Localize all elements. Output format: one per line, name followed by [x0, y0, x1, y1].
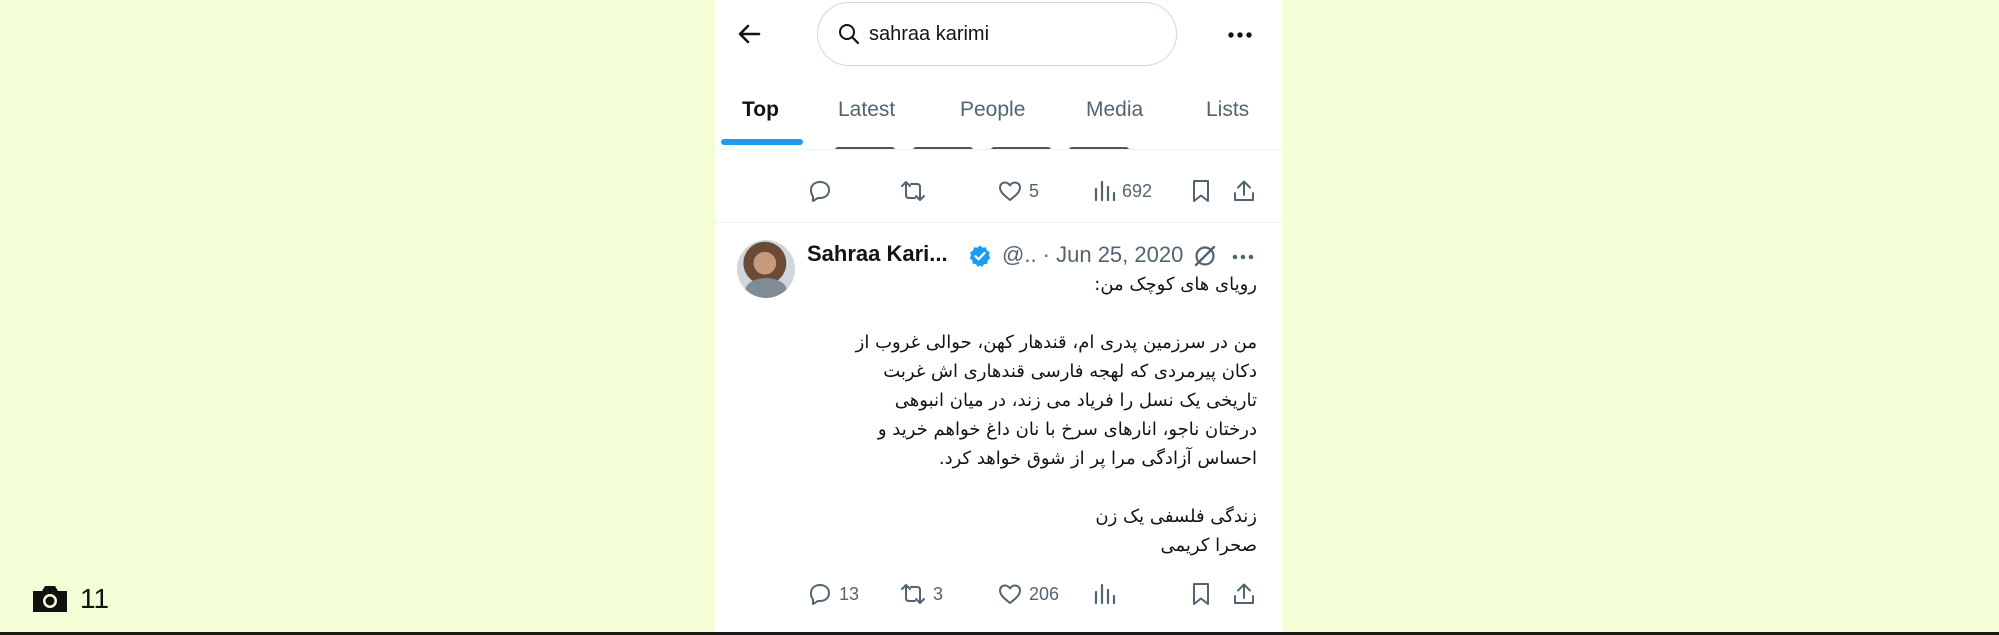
author-name[interactable]: Sahraa Kari... — [807, 241, 948, 267]
tweet-line: صحرا کریمی — [1160, 535, 1257, 556]
tweet-line: زندگی فلسفی یک زن — [1095, 506, 1257, 527]
like-count: 5 — [1029, 180, 1040, 201]
reply-count: 13 — [839, 583, 860, 604]
views-button[interactable] — [1092, 574, 1116, 614]
view-count: 692 — [1122, 180, 1153, 201]
tweet-meta: @.. · Jun 25, 2020 — [1002, 242, 1184, 267]
bookmark-icon — [1193, 583, 1209, 605]
reply-icon — [810, 181, 830, 202]
bookmark-icon — [1193, 180, 1209, 202]
views-chart-icon — [1094, 180, 1116, 202]
tweet-line: من در سرزمین پدری ام، قندهار کهن، حوالی … — [855, 332, 1257, 353]
tweet-line: دکان پیرمردی که لهجه فارسی قندهاری اش غر… — [883, 361, 1257, 382]
grok-icon[interactable] — [1192, 243, 1218, 269]
tweet-line: رویای های کوچک من: — [1094, 274, 1257, 295]
tweet-text: رویای های کوچک من: من در سرزمین پدری ام،… — [807, 270, 1257, 560]
photo-count-badge: 11 — [30, 583, 109, 615]
tweet-actions: 13 3 206 — [715, 574, 1282, 614]
previous-tweet-actions: 5 692 — [715, 171, 1282, 211]
reply-icon — [810, 584, 830, 605]
camera-icon — [33, 586, 67, 612]
search-input[interactable] — [869, 22, 1119, 46]
like-count: 206 — [1029, 583, 1060, 604]
tab-people[interactable]: People — [960, 98, 1025, 122]
app-screen: Top Latest People Media Lists 5 — [715, 0, 1282, 632]
back-button[interactable] — [735, 19, 765, 49]
tab-latest[interactable]: Latest — [838, 98, 895, 122]
tweet-divider — [715, 222, 1282, 223]
tweet-line: درختان ناجو، انارهای سرخ با نان داغ خواه… — [877, 419, 1257, 440]
active-tab-indicator — [721, 139, 803, 145]
bookmark-button[interactable] — [1189, 574, 1213, 614]
reply-button[interactable] — [807, 171, 833, 211]
tab-media[interactable]: Media — [1086, 98, 1143, 122]
search-icon — [839, 24, 860, 45]
bookmark-button[interactable] — [1189, 171, 1213, 211]
share-button[interactable] — [1231, 574, 1257, 614]
search-box[interactable] — [817, 2, 1177, 66]
tab-lists[interactable]: Lists — [1206, 98, 1249, 122]
tweet-line-break — [807, 473, 1257, 502]
views-chart-icon — [1094, 583, 1116, 605]
more-options-button[interactable] — [1225, 20, 1255, 50]
share-icon — [1234, 583, 1254, 604]
search-tabs: Top Latest People Media Lists — [715, 70, 1282, 150]
photo-count: 11 — [80, 583, 110, 614]
repost-button[interactable]: 3 — [899, 574, 943, 614]
views-button[interactable]: 692 — [1092, 171, 1152, 211]
repost-icon — [901, 584, 925, 604]
more-horizontal-icon — [1228, 32, 1252, 38]
heart-icon — [999, 181, 1021, 201]
share-icon — [1234, 180, 1254, 201]
like-button[interactable]: 5 — [997, 171, 1039, 211]
tab-top[interactable]: Top — [742, 98, 779, 122]
share-button[interactable] — [1231, 171, 1257, 211]
reply-button[interactable]: 13 — [807, 574, 859, 614]
repost-count: 3 — [933, 583, 944, 604]
heart-icon — [999, 584, 1021, 604]
tweet-line: احساس آزادگی مرا پر از شوق خواهد کرد. — [938, 448, 1257, 469]
verified-badge-icon — [969, 245, 991, 267]
arrow-left-icon — [738, 24, 761, 44]
tweet-line: تاریخی یک نسل را فریاد می زند، در میان ا… — [894, 390, 1257, 411]
top-bar — [715, 0, 1282, 70]
like-button[interactable]: 206 — [997, 574, 1059, 614]
tweet-line-break — [807, 299, 1257, 328]
truncated-previous-tweet-text — [835, 144, 1165, 149]
avatar[interactable] — [737, 240, 795, 298]
repost-button[interactable] — [899, 171, 927, 211]
tweet-more-icon[interactable] — [1230, 244, 1256, 270]
repost-icon — [901, 181, 925, 201]
